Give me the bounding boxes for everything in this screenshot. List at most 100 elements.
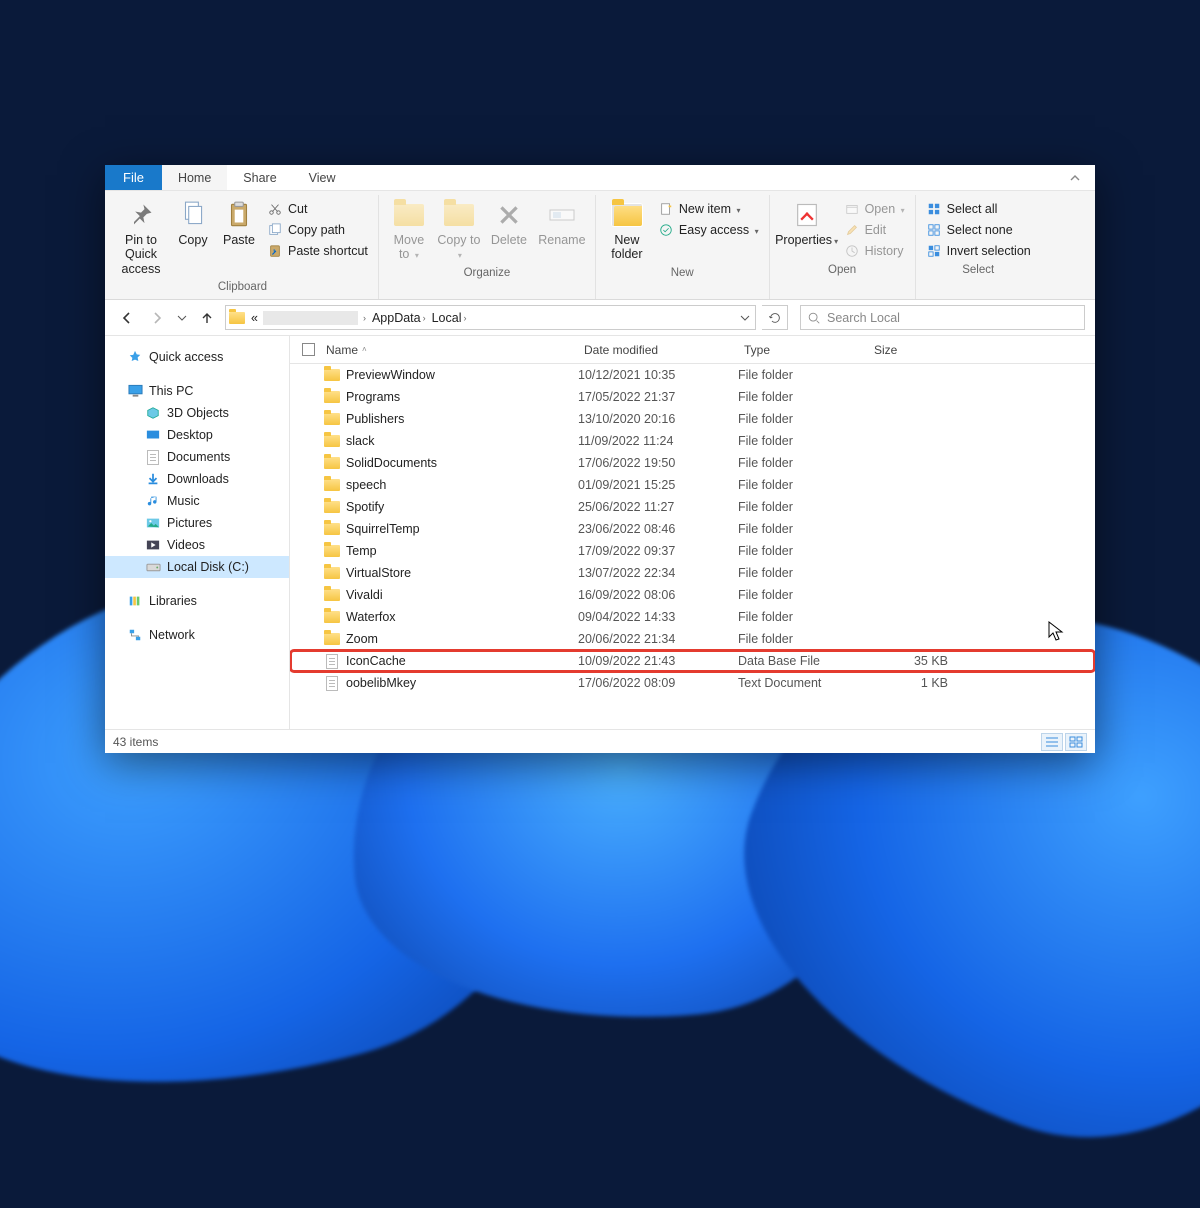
column-header-size[interactable]: Size <box>868 336 958 363</box>
sidebar-item-libraries[interactable]: Libraries <box>105 590 289 612</box>
file-row[interactable]: speech01/09/2021 15:25File folder <box>290 474 1095 496</box>
copy-to-label: Copy to ▾ <box>437 233 481 262</box>
file-type: File folder <box>738 434 868 448</box>
address-bar[interactable]: « › AppData › Local › <box>225 305 756 330</box>
sidebar-item-music[interactable]: Music <box>105 490 289 512</box>
rename-button[interactable]: Rename <box>535 197 589 249</box>
select-all-button[interactable]: Select all <box>922 199 1035 219</box>
collapse-ribbon-button[interactable] <box>1055 165 1095 190</box>
sidebar-label: Music <box>167 494 200 508</box>
view-details-button[interactable] <box>1041 733 1063 751</box>
easy-access-button[interactable]: Easy access ▾ <box>654 220 763 240</box>
tab-share[interactable]: Share <box>227 165 292 190</box>
file-date: 11/09/2022 11:24 <box>578 434 738 448</box>
column-header-type[interactable]: Type <box>738 336 868 363</box>
file-row[interactable]: PreviewWindow10/12/2021 10:35File folder <box>290 364 1095 386</box>
file-row[interactable]: VirtualStore13/07/2022 22:34File folder <box>290 562 1095 584</box>
select-none-button[interactable]: Select none <box>922 220 1035 240</box>
file-row[interactable]: Programs17/05/2022 21:37File folder <box>290 386 1095 408</box>
sidebar-label: Downloads <box>167 472 229 486</box>
sidebar-item-pictures[interactable]: Pictures <box>105 512 289 534</box>
arrow-right-icon <box>149 310 165 326</box>
column-header-name[interactable]: Name˄ <box>320 336 578 363</box>
open-button[interactable]: Open ▾ <box>840 199 909 219</box>
file-row[interactable]: Waterfox09/04/2022 14:33File folder <box>290 606 1095 628</box>
group-label-new: New <box>602 264 763 283</box>
select-none-icon <box>926 222 942 238</box>
view-large-icons-button[interactable] <box>1065 733 1087 751</box>
tab-home[interactable]: Home <box>162 165 227 190</box>
new-folder-button[interactable]: New folder <box>602 197 652 264</box>
tab-view[interactable]: View <box>293 165 352 190</box>
file-name: Waterfox <box>346 610 396 624</box>
copy-button[interactable]: Copy <box>171 197 215 249</box>
navigation-pane: Quick access This PC 3D Objects Desktop … <box>105 336 290 729</box>
file-list: PreviewWindow10/12/2021 10:35File folder… <box>290 364 1095 729</box>
group-label-clipboard: Clipboard <box>113 278 372 297</box>
new-folder-label: New folder <box>604 233 650 262</box>
sidebar-item-videos[interactable]: Videos <box>105 534 289 556</box>
file-row[interactable]: Vivaldi16/09/2022 08:06File folder <box>290 584 1095 606</box>
file-name: PreviewWindow <box>346 368 435 382</box>
file-row[interactable]: SquirrelTemp23/06/2022 08:46File folder <box>290 518 1095 540</box>
breadcrumb-local[interactable]: Local › <box>429 311 470 325</box>
up-button[interactable] <box>195 306 219 330</box>
sidebar-item-downloads[interactable]: Downloads <box>105 468 289 490</box>
select-all-checkbox[interactable] <box>296 343 320 356</box>
search-input[interactable]: Search Local <box>800 305 1085 330</box>
pin-to-quick-access-button[interactable]: Pin to Quick access <box>113 197 169 278</box>
invert-selection-button[interactable]: Invert selection <box>922 241 1035 261</box>
explorer-body: Quick access This PC 3D Objects Desktop … <box>105 336 1095 729</box>
sidebar-label: This PC <box>149 384 193 398</box>
copy-to-button[interactable]: Copy to ▾ <box>435 197 483 264</box>
sidebar-item-documents[interactable]: Documents <box>105 446 289 468</box>
delete-button[interactable]: Delete <box>485 197 533 249</box>
file-row[interactable]: Temp17/09/2022 09:37File folder <box>290 540 1095 562</box>
column-header-date[interactable]: Date modified <box>578 336 738 363</box>
copy-path-button[interactable]: Copy path <box>263 220 372 240</box>
ribbon-group-organize: Move to ▾ Copy to ▾ Delete Rename Organi… <box>379 195 596 299</box>
file-row[interactable]: IconCache10/09/2022 21:43Data Base File3… <box>290 650 1095 672</box>
file-row[interactable]: Zoom20/06/2022 21:34File folder <box>290 628 1095 650</box>
navigation-bar: « › AppData › Local › Search Local <box>105 300 1095 336</box>
refresh-button[interactable] <box>762 305 788 330</box>
file-date: 17/06/2022 19:50 <box>578 456 738 470</box>
breadcrumb-overflow[interactable]: « <box>248 311 261 325</box>
cut-button[interactable]: Cut <box>263 199 372 219</box>
file-row[interactable]: slack11/09/2022 11:24File folder <box>290 430 1095 452</box>
breadcrumb-appdata[interactable]: AppData › <box>369 311 429 325</box>
file-row[interactable]: SolidDocuments17/06/2022 19:50File folde… <box>290 452 1095 474</box>
paste-button[interactable]: Paste <box>217 197 261 249</box>
file-name: SolidDocuments <box>346 456 437 470</box>
sidebar-label: Network <box>149 628 195 642</box>
file-row[interactable]: oobelibMkey17/06/2022 08:09Text Document… <box>290 672 1095 694</box>
paste-shortcut-label: Paste shortcut <box>288 244 368 259</box>
properties-button[interactable]: Properties▾ <box>776 197 838 249</box>
history-icon <box>844 243 860 259</box>
folder-icon <box>324 501 340 513</box>
address-dropdown[interactable] <box>735 313 755 323</box>
recent-locations-button[interactable] <box>175 306 189 330</box>
new-item-button[interactable]: New item ▾ <box>654 199 763 219</box>
sidebar-item-desktop[interactable]: Desktop <box>105 424 289 446</box>
file-name: Vivaldi <box>346 588 383 602</box>
move-to-icon <box>393 199 425 231</box>
file-type: File folder <box>738 610 868 624</box>
file-row[interactable]: Spotify25/06/2022 11:27File folder <box>290 496 1095 518</box>
sidebar-item-this-pc[interactable]: This PC <box>105 380 289 402</box>
history-button[interactable]: History <box>840 241 909 261</box>
edit-button[interactable]: Edit <box>840 220 909 240</box>
sidebar-item-local-disk[interactable]: Local Disk (C:) <box>105 556 289 578</box>
breadcrumb-chevron[interactable]: › <box>360 313 369 323</box>
sidebar-item-network[interactable]: Network <box>105 624 289 646</box>
group-label-select: Select <box>922 261 1035 280</box>
paste-shortcut-button[interactable]: Paste shortcut <box>263 241 372 261</box>
tab-file[interactable]: File <box>105 165 162 190</box>
move-to-button[interactable]: Move to ▾ <box>385 197 433 264</box>
forward-button[interactable] <box>145 306 169 330</box>
sidebar-item-3d-objects[interactable]: 3D Objects <box>105 402 289 424</box>
sidebar-item-quick-access[interactable]: Quick access <box>105 346 289 368</box>
file-row[interactable]: Publishers13/10/2020 20:16File folder <box>290 408 1095 430</box>
back-button[interactable] <box>115 306 139 330</box>
grid-view-icon <box>1069 736 1083 748</box>
